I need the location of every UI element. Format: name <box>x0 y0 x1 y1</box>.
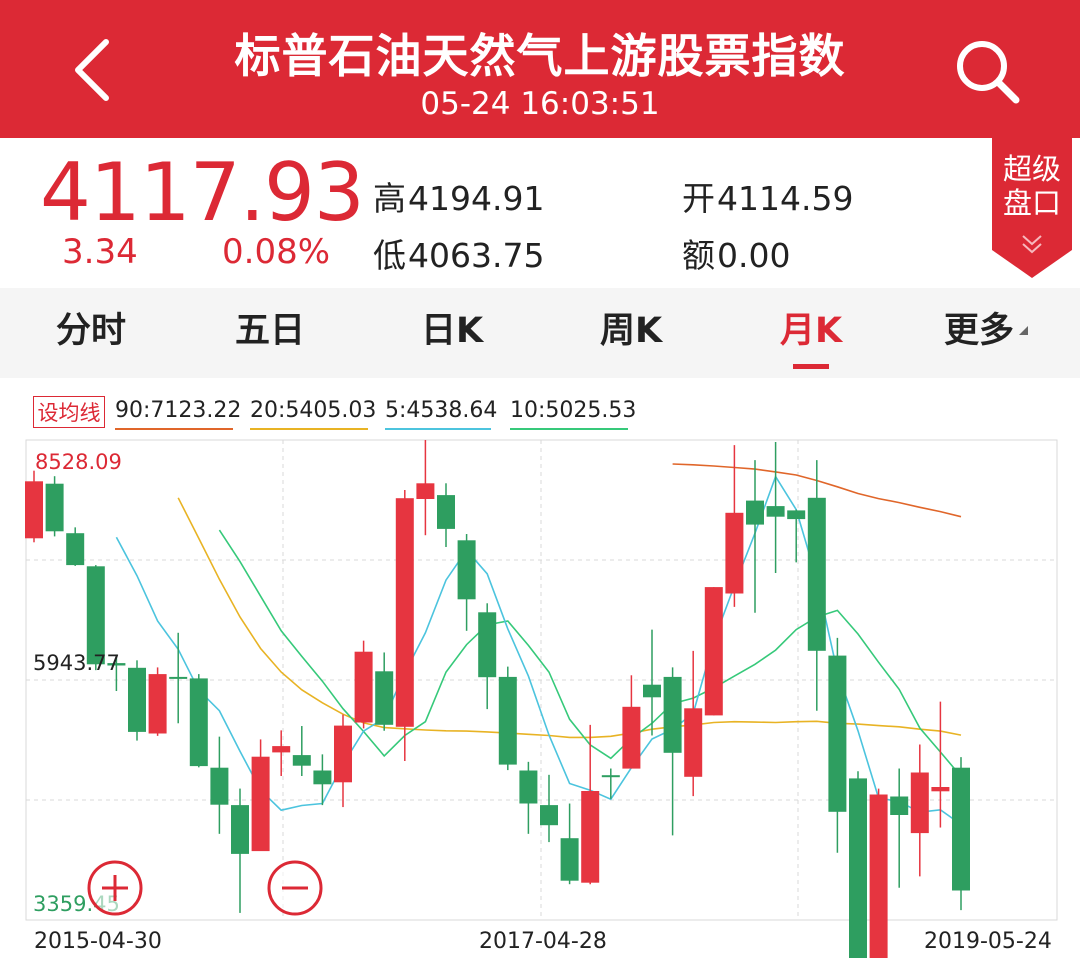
candle-down <box>292 755 311 766</box>
candle-up <box>869 794 888 958</box>
candle-down <box>787 510 806 520</box>
zoom-out-icon[interactable] <box>266 859 324 917</box>
candle-up <box>395 498 414 727</box>
candle-down <box>807 497 826 651</box>
candle-down <box>128 667 146 732</box>
set-ma-button[interactable]: 设均线 <box>33 396 105 428</box>
candle-down <box>519 770 538 804</box>
x-axis-label-end: 2019-05-24 <box>924 929 1052 954</box>
candle-down <box>601 775 620 778</box>
candle-up <box>704 587 723 716</box>
ma20-value: 20:5405.03 <box>250 398 377 423</box>
candle-up <box>25 481 43 539</box>
candle-up <box>272 746 291 753</box>
ma10-underline <box>510 428 628 430</box>
candle-down <box>828 655 847 812</box>
zoom-in-icon[interactable] <box>86 859 144 917</box>
candle-down <box>663 676 682 753</box>
y-axis-max-label: 8528.09 <box>35 450 122 474</box>
candle-down <box>766 506 785 517</box>
candle-down <box>540 805 558 826</box>
x-axis-label-mid: 2017-04-28 <box>479 929 607 954</box>
candle-up <box>931 787 950 792</box>
candle-down <box>437 495 455 529</box>
candle-down <box>478 612 497 678</box>
ma90-underline <box>115 428 233 430</box>
candle-down <box>375 671 394 725</box>
candle-down <box>457 540 476 600</box>
candle-down <box>643 684 661 698</box>
ma10-value: 10:5025.53 <box>510 398 637 423</box>
candle-up <box>148 674 167 734</box>
candle-down <box>189 678 208 767</box>
ma20-underline <box>250 428 368 430</box>
candle-down <box>498 676 517 765</box>
candle-up <box>622 706 641 769</box>
candle-down <box>952 767 970 891</box>
candle-down <box>313 770 332 785</box>
candle-up <box>354 651 373 723</box>
y-axis-mid-label: 5943.77 <box>33 651 120 675</box>
candle-up <box>581 791 600 883</box>
candlestick-chart[interactable] <box>0 0 1080 958</box>
ma90-value: 90:7123.22 <box>115 398 242 423</box>
ma5-value: 5:4538.64 <box>385 398 498 423</box>
candle-up <box>334 725 352 783</box>
candle-down <box>560 838 579 881</box>
candle-up <box>416 483 435 499</box>
candle-up <box>910 772 929 834</box>
candle-down <box>231 805 249 854</box>
candle-down <box>746 500 764 525</box>
candle-up <box>251 756 270 852</box>
candle-up <box>725 512 744 594</box>
candle-down <box>66 533 85 566</box>
candle-down <box>849 778 867 958</box>
candle-down <box>210 767 229 805</box>
candle-down <box>890 796 909 815</box>
candle-down <box>45 483 64 532</box>
candle-up <box>684 708 703 777</box>
candle-down <box>86 566 105 665</box>
x-axis-label-start: 2015-04-30 <box>34 929 162 954</box>
candle-down <box>169 676 188 679</box>
ma5-underline <box>385 428 491 430</box>
